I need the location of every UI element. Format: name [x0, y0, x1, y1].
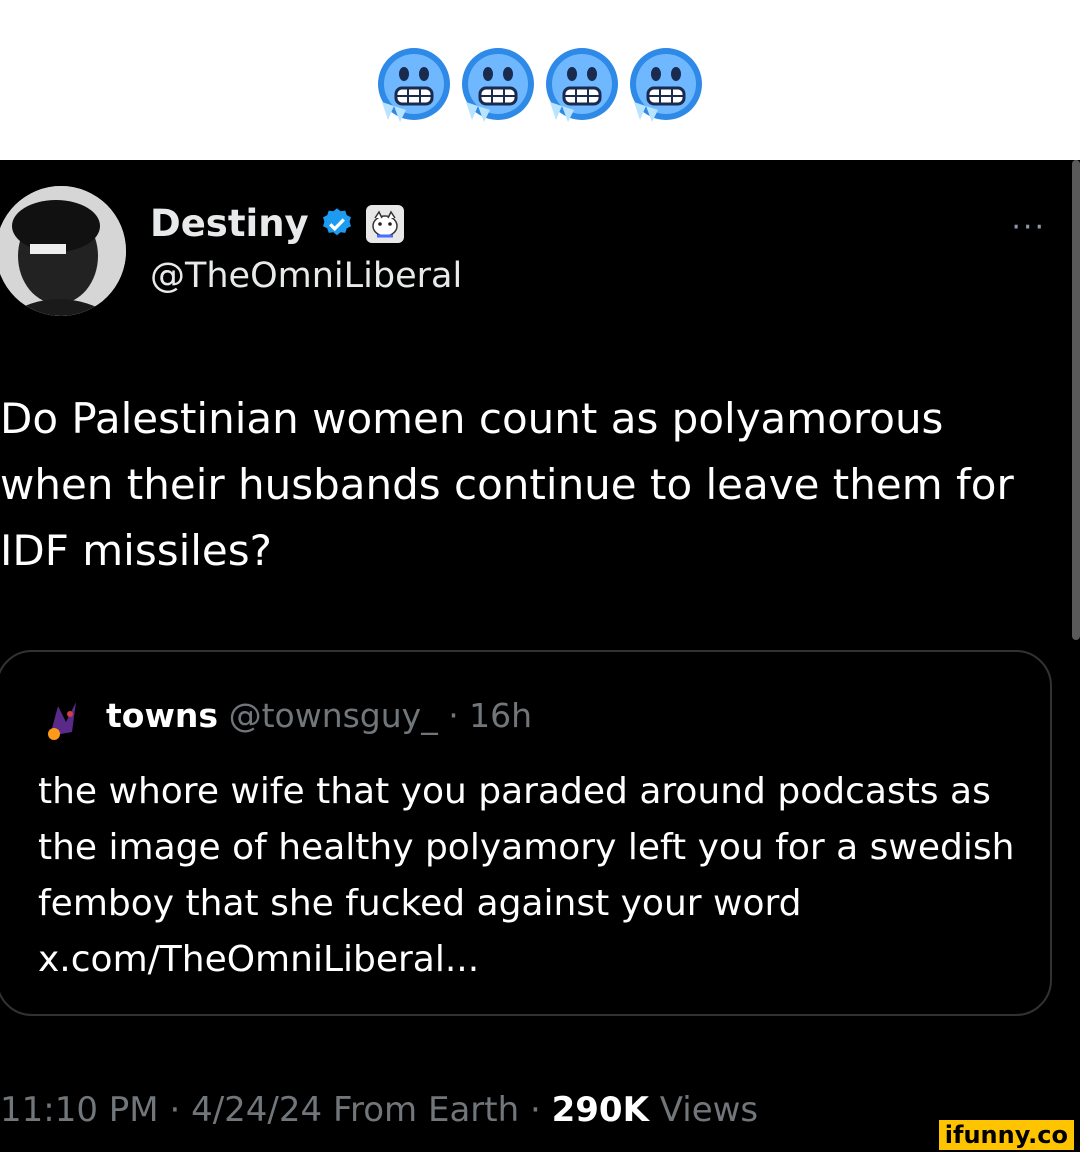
quote-header: towns @townsguy_ · 16h	[106, 696, 532, 735]
tweet-date-location: · 4/24/24 From Earth ·	[169, 1090, 541, 1130]
ifunny-watermark: ifunny.co	[938, 1120, 1074, 1150]
quote-handle[interactable]: @townsguy_	[229, 696, 438, 735]
tweet: Destiny @TheOmniLiberal ··· Do Palestini…	[0, 160, 1080, 1152]
name-row: Destiny	[150, 202, 405, 245]
scrollbar[interactable]	[1072, 160, 1080, 640]
cold-face-emoji-icon	[378, 48, 450, 122]
cold-face-emoji-icon	[630, 48, 702, 122]
affiliate-badge-icon	[365, 204, 404, 243]
emoji-row	[374, 44, 706, 124]
more-options-button[interactable]: ···	[1011, 210, 1046, 245]
quote-avatar[interactable]	[36, 692, 90, 746]
quote-avatar-photo-icon	[36, 692, 90, 746]
views-count: 290K	[551, 1090, 649, 1130]
tweet-time[interactable]: 11:10 PM	[0, 1090, 159, 1130]
quote-text: the whore wife that you paraded around p…	[38, 771, 1015, 980]
quote-tweet-card[interactable]: towns @townsguy_ · 16h the whore wife th…	[0, 650, 1052, 1016]
tweet-meta: 11:10 PM · 4/24/24 From Earth · 290K Vie…	[0, 1090, 758, 1130]
quote-time: · 16h	[448, 696, 533, 735]
views-label: Views	[659, 1090, 759, 1130]
avatar[interactable]	[0, 186, 126, 316]
quote-name[interactable]: towns	[106, 696, 218, 735]
tweet-text: Do Palestinian women count as polyamorou…	[0, 394, 1014, 575]
cold-face-emoji-icon	[546, 48, 618, 122]
avatar-photo-icon	[0, 186, 126, 316]
handle[interactable]: @TheOmniLiberal	[150, 256, 462, 296]
verified-badge-icon	[322, 207, 351, 235]
top-banner	[0, 0, 1080, 160]
cold-face-emoji-icon	[462, 48, 534, 122]
display-name[interactable]: Destiny	[150, 202, 309, 245]
